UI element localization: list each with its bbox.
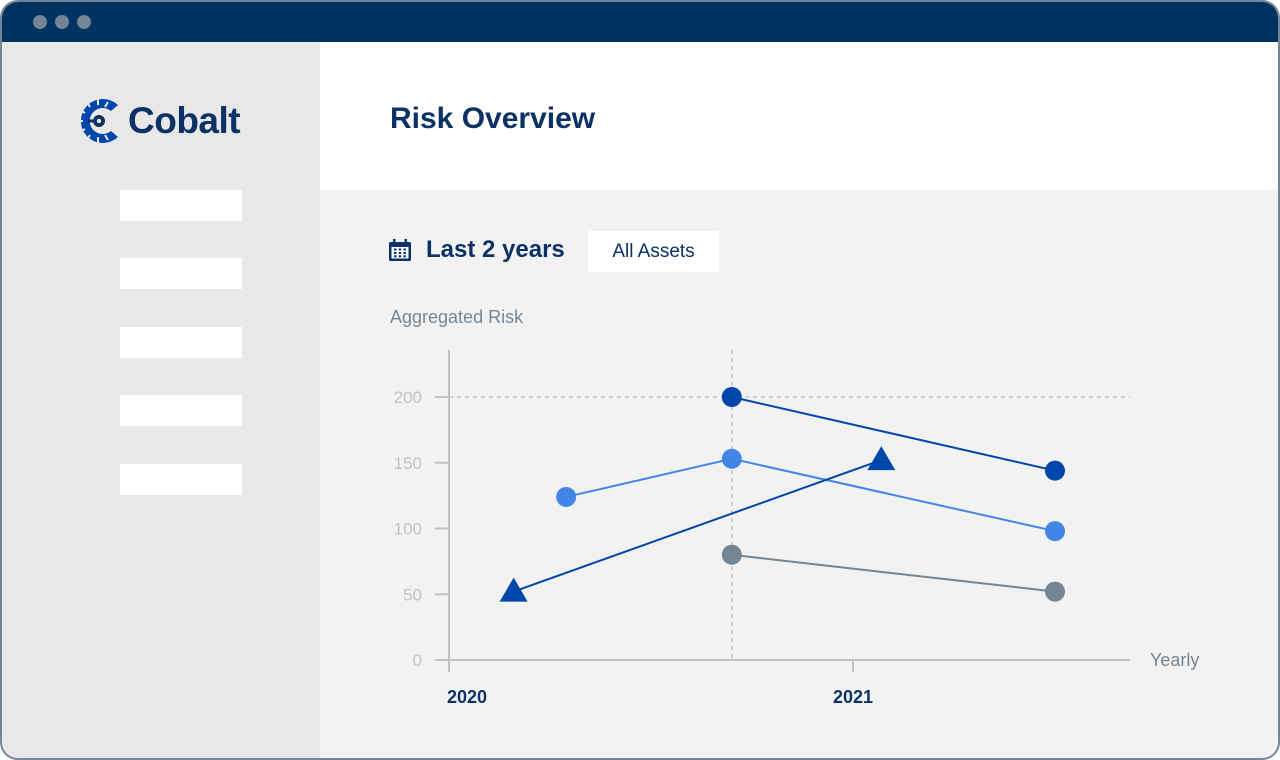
data-point-triangle — [499, 577, 528, 602]
series-line-1 — [731, 396, 1056, 472]
data-point — [556, 486, 577, 507]
data-point — [721, 544, 742, 565]
data-point — [721, 448, 742, 469]
risk-chart: 0 50 100 150 200 2020 2021 Yearly — [394, 350, 1199, 707]
data-point — [1045, 581, 1065, 602]
series-line-3 — [731, 553, 1056, 593]
data-point-triangle — [867, 446, 896, 471]
y-tick-label: 0 — [413, 651, 422, 670]
y-tick-label: 50 — [403, 585, 422, 604]
app-window: Cobalt Risk Overview Last 2 years All As… — [0, 0, 1280, 760]
y-tick-label: 100 — [394, 520, 422, 539]
data-point — [721, 387, 742, 407]
x-tick-label: 2021 — [833, 687, 873, 707]
y-tick-label: 200 — [394, 388, 422, 407]
x-tick-label: 2020 — [447, 687, 487, 707]
series-line-4 — [513, 459, 882, 593]
data-point — [1045, 521, 1065, 542]
series-line-2 — [565, 457, 1056, 533]
x-axis-title: Yearly — [1150, 650, 1199, 670]
data-point — [1045, 460, 1065, 481]
y-tick-label: 150 — [394, 454, 422, 473]
